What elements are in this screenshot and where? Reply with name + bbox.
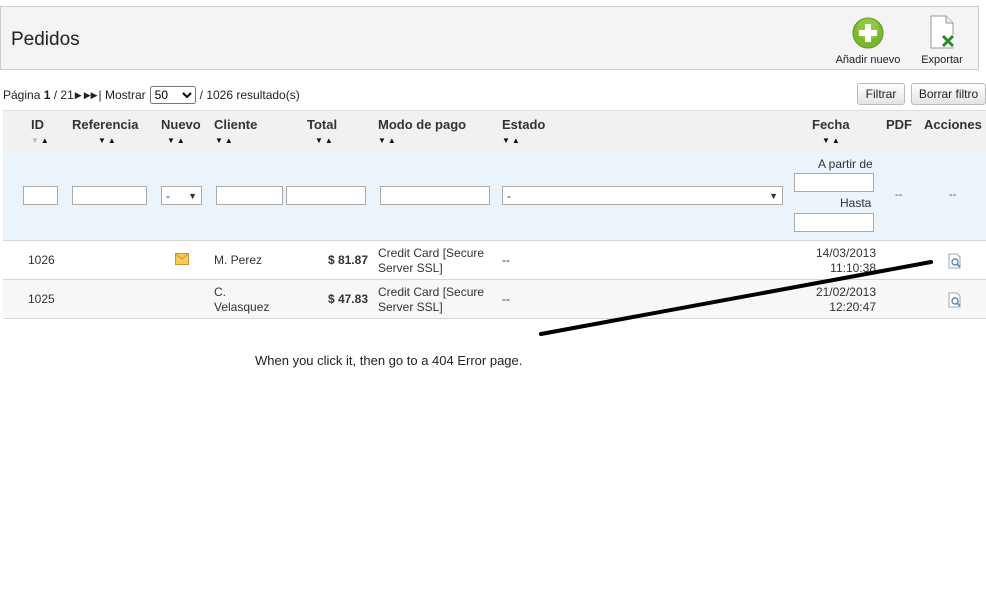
orders-table: ID ▼▲ Referencia ▼▲ Nuevo ▼▲ Cliente ▼▲ … [3,110,986,319]
customer-line-2: Velasquez [214,300,270,314]
payment-line-2: Server SSL] [378,300,443,314]
order-total: $ 47.83 [327,292,368,306]
payment-line-1: Credit Card [Secure [378,285,485,299]
sort-id[interactable]: ▼▲ [31,136,51,145]
order-date-time: 12:20:47 [829,300,876,314]
last-page-icon[interactable]: ▶▶ [84,90,98,101]
next-page-icon[interactable]: ▶ [75,90,82,101]
col-actions: Acciones [924,117,982,132]
col-total: Total [307,117,338,132]
chevron-down-icon: ▼ [769,190,778,201]
col-customer: Cliente [214,117,258,132]
customer-name: M. Perez [214,253,263,267]
col-date: Fecha [812,117,850,132]
view-order-icon[interactable] [947,292,963,311]
current-page: 1 [43,88,51,102]
per-page-select[interactable]: 50 [149,86,196,104]
order-id: 1026 [28,253,55,267]
pagination-bar: Página 1 / 21 ▶ ▶▶ | Mostrar 50 / 1026 r… [3,86,300,104]
order-status: -- [502,253,510,267]
order-date: 14/03/2013 11:10:38 [796,246,876,276]
view-order-icon[interactable] [947,253,963,272]
payment-method: Credit Card [Secure Server SSL] [378,246,484,276]
filter-new-value: - [166,188,170,203]
table-row[interactable]: 1026 M. Perez $ 81.87 Credit Card [Secur… [3,241,986,280]
toolbar: Pedidos Añadir nuevo Exportar [0,6,979,70]
add-icon [852,17,884,49]
order-date-day: 21/02/2013 [815,285,876,299]
filter-date-to-input[interactable] [794,213,874,232]
sort-date[interactable]: ▼▲ [822,136,842,145]
results-count: / 1026 resultado(s) [199,88,300,102]
col-id: ID [31,117,44,132]
order-id: 1025 [28,292,55,306]
order-date-time: 11:10:38 [830,261,876,275]
filter-total-input[interactable] [286,186,366,205]
sort-status[interactable]: ▼▲ [502,136,522,145]
sort-reference[interactable]: ▼▲ [98,136,118,145]
date-to-label: Hasta [840,196,872,210]
filter-pdf-dash: -- [895,189,903,201]
add-new-label: Añadir nuevo [835,54,901,66]
order-date: 21/02/2013 12:20:47 [796,285,876,315]
export-excel-icon [930,15,955,49]
filter-date-from-input[interactable] [794,173,874,192]
show-word: | Mostrar [98,88,146,102]
reset-filter-button[interactable]: Borrar filtro [911,83,986,105]
sort-payment[interactable]: ▼▲ [378,136,398,145]
export-button[interactable]: Exportar [915,15,969,66]
col-pdf: PDF [886,117,912,132]
col-payment: Modo de pago [378,117,467,132]
order-status: -- [502,292,510,306]
table-row[interactable]: 1025 C. Velasquez $ 47.83 Credit Card [S… [3,280,986,319]
payment-line-2: Server SSL] [378,261,443,275]
sort-customer[interactable]: ▼▲ [215,136,235,145]
date-from-label: A partir de [818,157,873,171]
filter-status-select[interactable]: - ▼ [502,186,783,205]
page-word: Página [3,88,41,102]
add-new-button[interactable]: Añadir nuevo [831,15,905,66]
payment-line-1: Credit Card [Secure [378,246,485,260]
filter-reference-input[interactable] [72,186,147,205]
filter-button[interactable]: Filtrar [857,83,905,105]
order-total: $ 81.87 [327,253,368,267]
filter-new-select[interactable]: - ▼ [161,186,202,205]
sort-total[interactable]: ▼▲ [315,136,335,145]
page-title: Pedidos [11,29,80,50]
filter-customer-input[interactable] [216,186,283,205]
annotation-note: When you click it, then go to a 404 Erro… [255,353,523,368]
chevron-down-icon: ▼ [188,190,197,201]
col-status: Estado [502,117,546,132]
col-reference: Referencia [72,117,139,132]
payment-method: Credit Card [Secure Server SSL] [378,285,484,315]
sort-new[interactable]: ▼▲ [167,136,187,145]
total-pages: / 21 [53,88,74,102]
table-header: ID ▼▲ Referencia ▼▲ Nuevo ▼▲ Cliente ▼▲ … [3,111,986,151]
filter-actions-dash: -- [949,189,957,201]
customer-line-1: C. [214,285,226,299]
filter-row: - ▼ - ▼ A partir de Hasta -- -- [3,151,986,241]
new-order-icon [175,253,189,268]
order-date-day: 14/03/2013 [815,246,876,260]
customer-name: C. Velasquez [214,285,269,315]
filter-payment-input[interactable] [380,186,490,205]
filter-id-input[interactable] [23,186,58,205]
filter-status-value: - [507,188,511,203]
col-new: Nuevo [161,117,201,132]
export-label: Exportar [921,54,963,66]
